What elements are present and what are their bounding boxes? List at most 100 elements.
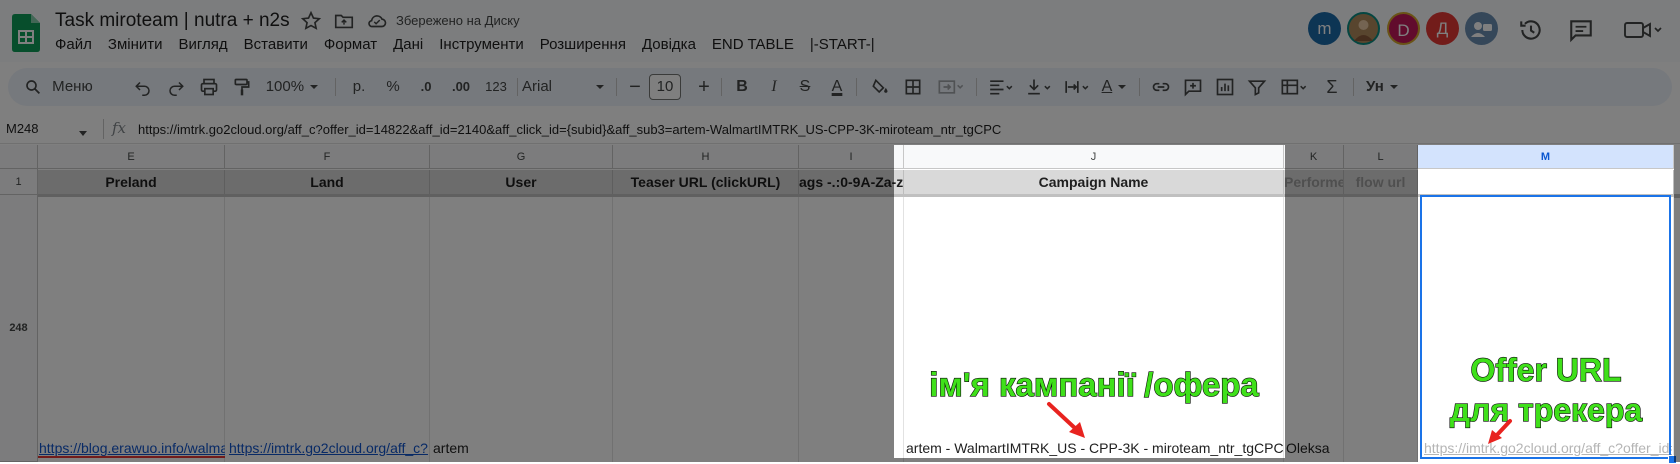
header-m[interactable]	[1418, 170, 1674, 194]
menu-file[interactable]: Файл	[55, 36, 92, 53]
merge-cells-icon[interactable]	[930, 68, 972, 106]
font-select[interactable]: Arial	[522, 68, 612, 106]
chevron-down-icon[interactable]	[78, 125, 88, 143]
zoom-value: 100%	[265, 78, 305, 95]
cell-g248[interactable]	[430, 197, 613, 462]
name-box[interactable]: M248	[6, 121, 39, 136]
borders-icon[interactable]	[898, 68, 928, 106]
cell-l248[interactable]	[1344, 197, 1418, 462]
horizontal-align-icon[interactable]	[983, 68, 1019, 106]
text-color-button[interactable]: A	[823, 68, 851, 106]
header-campaign-name[interactable]: Campaign Name	[904, 170, 1284, 194]
cell-h248[interactable]	[613, 197, 799, 462]
vertical-align-icon[interactable]	[1021, 68, 1057, 106]
increase-decimal-button[interactable]: .00	[444, 68, 478, 106]
filter-views-icon[interactable]	[1274, 68, 1314, 106]
header-teaser-url[interactable]: Teaser URL (clickURL)	[613, 170, 799, 194]
column-header-h[interactable]: H	[613, 145, 799, 169]
header-tags[interactable]: ags -.:0-9A-Za-z	[799, 170, 904, 194]
document-title[interactable]: Task miroteam | nutra + n2s	[55, 10, 290, 32]
column-header-f[interactable]: F	[225, 145, 430, 169]
paint-format-icon[interactable]	[227, 68, 257, 106]
font-size-increase-button[interactable]: +	[691, 68, 717, 106]
comments-icon[interactable]	[1568, 17, 1594, 43]
column-header-l[interactable]: L	[1344, 145, 1418, 169]
avatar-d-cyrillic[interactable]: Д	[1426, 12, 1459, 45]
avatar-d[interactable]: D	[1387, 12, 1420, 45]
undo-icon[interactable]	[128, 68, 158, 106]
toolbar: Меню 100% р. % .0 .00 123 Arial − 10 + B…	[8, 68, 1672, 106]
menu-start[interactable]: |-START-|	[810, 36, 875, 53]
menu-search[interactable]: Меню	[24, 68, 134, 106]
menu-edit[interactable]: Змінити	[108, 36, 163, 53]
select-all-corner[interactable]	[0, 145, 38, 169]
menu-help[interactable]: Довідка	[642, 36, 696, 53]
strikethrough-button[interactable]: S	[791, 68, 819, 106]
header-land[interactable]: Land	[225, 170, 430, 194]
fill-handle[interactable]	[1668, 455, 1677, 464]
header-flow-url[interactable]: flow url	[1344, 170, 1418, 194]
column-header-e[interactable]: E	[38, 145, 225, 169]
menu-insert[interactable]: Вставити	[244, 36, 308, 53]
avatar-photo[interactable]	[1347, 12, 1380, 45]
toolbar-divider	[856, 78, 857, 96]
land-link[interactable]: https://imtrk.go2cloud.org/aff_c?	[229, 440, 429, 456]
offer-url-annotation: Offer URL для трекера	[1418, 350, 1674, 430]
version-history-icon[interactable]	[1518, 17, 1544, 43]
text-wrapping-icon[interactable]	[1059, 68, 1095, 106]
insert-comment-icon[interactable]	[1178, 68, 1208, 106]
star-icon[interactable]	[300, 10, 322, 32]
menu-end-table[interactable]: END TABLE	[712, 36, 794, 53]
header-performer[interactable]: Performer	[1284, 170, 1344, 194]
cell-e248[interactable]	[38, 197, 225, 462]
column-header-m[interactable]: M	[1418, 145, 1674, 169]
cell-k248[interactable]	[1284, 197, 1344, 462]
menu-bar: Файл Змінити Вигляд Вставити Формат Дані Інстр…	[55, 36, 891, 56]
toolbar-divider	[1139, 78, 1140, 96]
text-rotation-button[interactable]: A	[1097, 68, 1133, 106]
row-header-248[interactable]: 248	[0, 195, 38, 462]
decrease-decimal-button[interactable]: .0	[411, 68, 441, 106]
insert-chart-icon[interactable]	[1210, 68, 1240, 106]
meet-video-icon[interactable]	[1622, 17, 1662, 43]
percent-format-button[interactable]: %	[378, 68, 408, 106]
font-size-decrease-button[interactable]: −	[622, 68, 648, 106]
toolbar-divider	[721, 78, 722, 96]
input-tools-button[interactable]: Ун	[1360, 68, 1406, 106]
column-header-i[interactable]: I	[799, 145, 904, 169]
row-header-1[interactable]: 1	[0, 169, 38, 195]
redo-icon[interactable]	[161, 68, 191, 106]
preland-link[interactable]: https://blog.erawuo.info/walma	[39, 440, 225, 456]
avatar-anonymous[interactable]	[1465, 12, 1498, 45]
number-format-button[interactable]: 123	[480, 68, 512, 106]
currency-format-button[interactable]: р.	[344, 68, 374, 106]
menu-tools[interactable]: Інструменти	[439, 36, 524, 53]
header-preland[interactable]: Preland	[38, 170, 225, 194]
formula-input[interactable]: https://imtrk.go2cloud.org/aff_c?offer_i…	[138, 122, 1001, 137]
cell-f248[interactable]	[225, 197, 430, 462]
print-icon[interactable]	[194, 68, 224, 106]
italic-button[interactable]: I	[760, 68, 788, 106]
bold-button[interactable]: B	[728, 68, 756, 106]
zoom-select[interactable]: 100%	[258, 68, 328, 106]
cell-i248[interactable]	[799, 197, 904, 462]
chevron-down-icon	[1118, 85, 1127, 90]
column-header-k[interactable]: K	[1284, 145, 1344, 169]
menu-view[interactable]: Вигляд	[179, 36, 228, 53]
fill-color-icon[interactable]	[865, 68, 895, 106]
column-header-g[interactable]: G	[430, 145, 613, 169]
cloud-saved-icon[interactable]	[366, 10, 388, 32]
sheets-logo-icon[interactable]	[12, 14, 40, 52]
menu-extensions[interactable]: Розширення	[540, 36, 626, 53]
column-header-j[interactable]: J	[904, 145, 1284, 169]
functions-button[interactable]: Σ	[1318, 68, 1346, 106]
menu-data[interactable]: Дані	[393, 36, 423, 53]
font-size-input[interactable]: 10	[648, 68, 682, 106]
filter-icon[interactable]	[1242, 68, 1272, 106]
move-to-folder-icon[interactable]	[333, 10, 355, 32]
insert-link-icon[interactable]	[1146, 68, 1176, 106]
menu-format[interactable]: Формат	[324, 36, 377, 53]
header-user[interactable]: User	[430, 170, 613, 194]
avatar-m[interactable]: m	[1308, 12, 1341, 45]
formula-divider	[103, 119, 104, 139]
